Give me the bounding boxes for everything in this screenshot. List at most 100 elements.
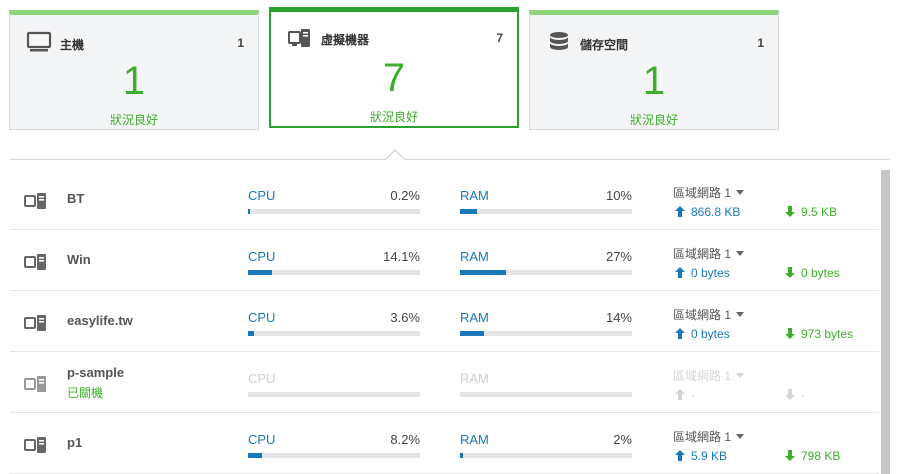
ram-label: RAM [460,371,489,386]
cpu-label: CPU [248,432,276,447]
host-card[interactable]: 主機 1 1 狀況良好 [9,10,259,130]
cpu-bar [248,209,420,214]
ram-bar [460,453,632,458]
ram-value: 10% [605,188,632,203]
upload-arrow-icon [675,206,685,217]
ram-value: 2% [613,432,632,447]
network-label: 區域網路 1 [673,247,732,261]
download-value: 798 KB [801,449,841,463]
list-scrollbar[interactable] [881,170,890,474]
network-dropdown[interactable]: 區域網路 1 [673,245,745,262]
network-dropdown[interactable]: 區域網路 1 [673,367,745,384]
cpu-bar-fill [248,209,250,214]
upload-arrow-icon [675,450,685,461]
network-metric: 區域網路 1 5.9 KB 798 KB [673,413,873,474]
ram-bar [460,270,632,275]
vm-row[interactable]: easylife.tw CPU 3.6% RAM 14% 區域網路 1 0 by… [10,291,879,352]
download-value: 973 bytes [801,327,854,341]
upload-rate: 866.8 KB [675,205,740,219]
download-value: 0 bytes [801,266,840,280]
ram-bar [460,392,632,397]
vm-icon [288,29,310,47]
ram-bar [460,331,632,336]
download-rate: 9.5 KB [785,205,837,219]
storage-card[interactable]: 儲存空間 1 1 狀況良好 [529,10,779,130]
upload-rate: 5.9 KB [675,449,727,463]
host-card-status: 狀況良好 [109,113,158,127]
ram-label: RAM [460,432,489,447]
cpu-label: CPU [248,371,276,386]
database-icon [550,32,568,50]
ram-value: 27% [605,249,632,264]
monitor-icon [26,31,52,52]
panel-divider [10,159,890,160]
vm-icon [24,315,46,331]
vm-row[interactable]: p1 CPU 8.2% RAM 2% 區域網路 1 5.9 KB 798 KB [10,413,879,474]
caret-down-icon [736,434,745,439]
cpu-label: CPU [248,310,276,325]
download-value: - [801,388,805,402]
download-arrow-icon [785,206,795,217]
vm-icon [24,254,46,270]
network-metric: 區域網路 1 - - [673,352,873,413]
vm-card-big-number: 7 [382,56,406,100]
upload-arrow-icon [675,389,685,400]
cpu-bar-fill [248,453,263,458]
upload-value: 866.8 KB [691,205,741,219]
vm-icon [24,193,46,209]
network-label: 區域網路 1 [673,430,732,444]
host-card-title: 主機 [60,38,85,52]
cpu-bar [248,453,420,458]
download-arrow-icon [785,267,795,278]
network-dropdown[interactable]: 區域網路 1 [673,306,745,323]
download-rate: - [785,388,805,402]
upload-value: 0 bytes [691,327,730,341]
ram-bar [460,209,632,214]
network-metric: 區域網路 1 0 bytes 0 bytes [673,230,873,291]
cpu-bar-fill [248,331,255,336]
cpu-bar [248,270,420,275]
vm-row[interactable]: BT CPU 0.2% RAM 10% 區域網路 1 866.8 KB 9.5 … [10,169,879,230]
cpu-metric: CPU 0.2% [248,169,420,230]
vm-status: 已關機 [67,386,104,400]
vm-name: BT [67,191,85,206]
vm-name: p-sample [67,365,125,380]
network-metric: 區域網路 1 0 bytes 973 bytes [673,291,873,352]
vm-row[interactable]: Win CPU 14.1% RAM 27% 區域網路 1 0 bytes 0 b… [10,230,879,291]
cpu-metric: CPU 14.1% [248,230,420,291]
cpu-label: CPU [248,249,276,264]
host-card-big-number: 1 [122,59,146,103]
ram-label: RAM [460,310,489,325]
network-dropdown[interactable]: 區域網路 1 [673,428,745,445]
upload-arrow-icon [675,328,685,339]
cpu-bar [248,331,420,336]
caret-down-icon [736,373,745,378]
ram-metric: RAM 27% [460,230,632,291]
cpu-value: 8.2% [390,432,420,447]
storage-card-title: 儲存空間 [580,38,629,52]
upload-value: - [691,388,695,402]
ram-bar-fill [460,209,478,214]
upload-value: 0 bytes [691,266,730,280]
download-value: 9.5 KB [801,205,838,219]
cpu-bar-fill [248,270,273,275]
network-label: 區域網路 1 [673,369,732,383]
download-rate: 798 KB [785,449,840,463]
download-arrow-icon [785,450,795,461]
upload-arrow-icon [675,267,685,278]
cpu-metric: CPU 3.6% [248,291,420,352]
cpu-label: CPU [248,188,276,203]
network-metric: 區域網路 1 866.8 KB 9.5 KB [673,169,873,230]
ram-value: 14% [605,310,632,325]
vm-card[interactable]: 虛擬機器 7 7 狀況良好 [269,7,519,128]
upload-rate: 0 bytes [675,266,730,280]
network-dropdown[interactable]: 區域網路 1 [673,184,745,201]
ram-metric: RAM 2% [460,413,632,474]
ram-label: RAM [460,249,489,264]
vm-card-title: 虛擬機器 [321,33,370,47]
vm-row[interactable]: p-sample 已關機 CPU RAM 區域網路 1 - - [10,352,879,413]
vm-icon [24,437,46,453]
cpu-value: 3.6% [390,310,420,325]
download-arrow-icon [785,389,795,400]
vm-name: Win [67,252,91,267]
